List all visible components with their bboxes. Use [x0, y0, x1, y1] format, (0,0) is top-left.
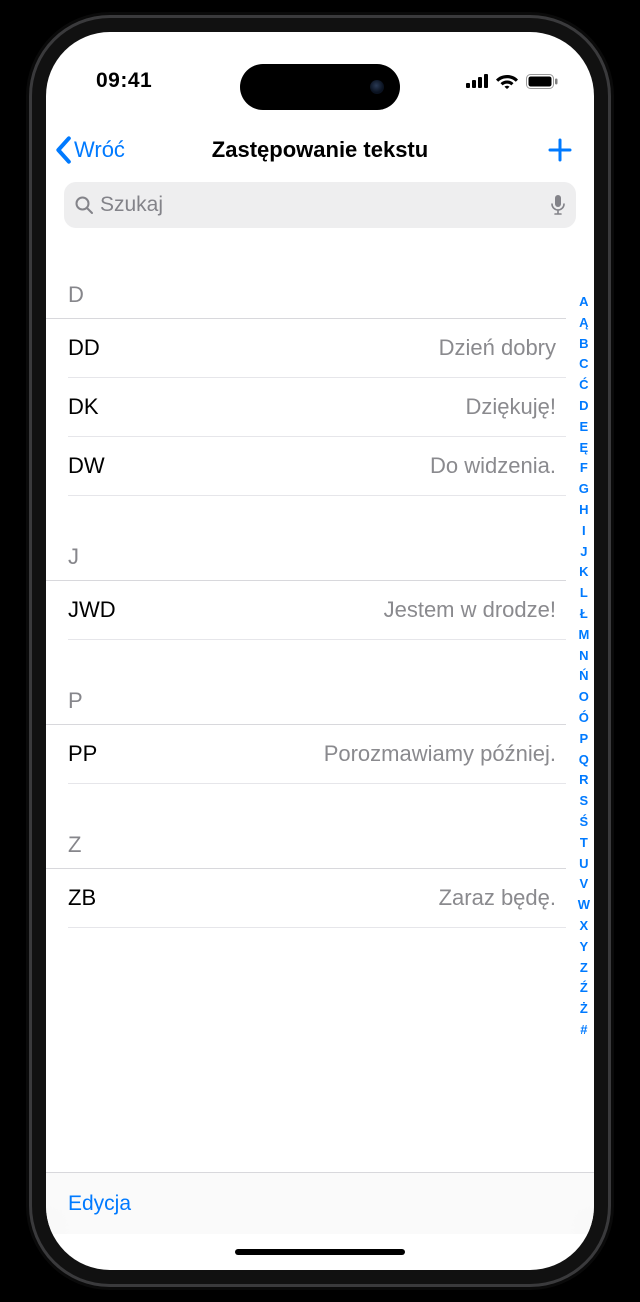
shortcut-text: ZB	[68, 885, 96, 911]
plus-icon	[547, 137, 573, 163]
phone-frame: 09:41 Wróć Zastępowanie tekstu Szukaj	[32, 18, 608, 1284]
index-letter[interactable]: L	[580, 583, 588, 604]
section-header-j: J	[46, 536, 566, 581]
index-letter[interactable]: H	[579, 500, 588, 521]
list-item[interactable]: JWD Jestem w drodze!	[68, 581, 566, 640]
index-letter[interactable]: R	[579, 770, 588, 791]
index-letter[interactable]: Q	[579, 750, 589, 771]
add-button[interactable]	[542, 132, 578, 168]
mic-icon[interactable]	[550, 194, 566, 216]
index-letter[interactable]: Ż	[580, 999, 588, 1020]
index-letter[interactable]: Ć	[579, 375, 588, 396]
phrase-text: Do widzenia.	[430, 453, 556, 479]
index-letter[interactable]: D	[579, 396, 588, 417]
index-letter[interactable]: U	[579, 854, 588, 875]
index-letter[interactable]: Z	[580, 958, 588, 979]
phrase-text: Dzień dobry	[439, 335, 556, 361]
replacement-list[interactable]: D DD Dzień dobry DK Dziękuję! DW Do widz…	[46, 228, 594, 928]
index-letter[interactable]: Y	[580, 937, 589, 958]
phone-screen: 09:41 Wróć Zastępowanie tekstu Szukaj	[46, 32, 594, 1270]
search-icon	[74, 195, 94, 215]
index-letter[interactable]: Ą	[579, 313, 588, 334]
index-letter[interactable]: J	[580, 542, 587, 563]
index-letter[interactable]: C	[579, 354, 588, 375]
shortcut-text: DW	[68, 453, 105, 479]
wifi-icon	[496, 73, 518, 89]
list-item[interactable]: DK Dziękuję!	[68, 378, 566, 437]
phrase-text: Jestem w drodze!	[384, 597, 556, 623]
shortcut-text: PP	[68, 741, 97, 767]
phrase-text: Zaraz będę.	[439, 885, 556, 911]
index-letter[interactable]: T	[580, 833, 588, 854]
status-icons	[466, 73, 558, 89]
index-letter[interactable]: I	[582, 521, 586, 542]
index-letter[interactable]: M	[578, 625, 589, 646]
section-header-z: Z	[46, 824, 566, 869]
index-letter[interactable]: X	[580, 916, 589, 937]
index-letter[interactable]: F	[580, 458, 588, 479]
index-letter[interactable]: B	[579, 334, 588, 355]
shortcut-text: JWD	[68, 597, 116, 623]
index-letter[interactable]: Ę	[580, 438, 589, 459]
nav-bar: Wróć Zastępowanie tekstu	[46, 122, 594, 178]
content-area: D DD Dzień dobry DK Dziękuję! DW Do widz…	[46, 228, 594, 1172]
index-letter[interactable]: V	[580, 874, 589, 895]
index-letter[interactable]: G	[579, 479, 589, 500]
back-button[interactable]: Wróć	[54, 136, 125, 164]
section-header-p: P	[46, 680, 566, 725]
index-letter[interactable]: Ź	[580, 978, 588, 999]
phrase-text: Dziękuję!	[466, 394, 556, 420]
index-letter[interactable]: W	[578, 895, 590, 916]
home-indicator[interactable]	[235, 1249, 405, 1255]
index-letter[interactable]: S	[580, 791, 589, 812]
back-label: Wróć	[74, 137, 125, 163]
dynamic-island	[240, 64, 400, 110]
section-header-d: D	[46, 274, 566, 319]
list-item[interactable]: PP Porozmawiamy później.	[68, 725, 566, 784]
edit-button[interactable]: Edycja	[68, 1192, 131, 1216]
index-letter[interactable]: Ś	[580, 812, 589, 833]
home-indicator-area	[46, 1234, 594, 1270]
section-index[interactable]: AĄBCĆDEĘFGHIJKLŁMNŃOÓPQRSŚTUVWXYZŹŻ#	[578, 292, 590, 1041]
cellular-icon	[466, 74, 488, 88]
index-letter[interactable]: O	[579, 687, 589, 708]
index-letter[interactable]: A	[579, 292, 588, 313]
list-item[interactable]: DW Do widzenia.	[68, 437, 566, 496]
side-button-power	[608, 312, 614, 430]
index-letter[interactable]: P	[580, 729, 589, 750]
shortcut-text: DK	[68, 394, 99, 420]
index-letter[interactable]: Ł	[580, 604, 588, 625]
battery-icon	[526, 74, 558, 89]
chevron-left-icon	[54, 136, 72, 164]
status-time: 09:41	[96, 69, 152, 93]
index-letter[interactable]: N	[579, 646, 588, 667]
index-letter[interactable]: #	[580, 1020, 587, 1041]
shortcut-text: DD	[68, 335, 100, 361]
search-placeholder: Szukaj	[100, 193, 163, 217]
index-letter[interactable]: Ó	[579, 708, 589, 729]
search-input[interactable]: Szukaj	[64, 182, 576, 228]
phrase-text: Porozmawiamy później.	[324, 741, 556, 767]
index-letter[interactable]: E	[580, 417, 589, 438]
bottom-toolbar: Edycja	[46, 1172, 594, 1234]
index-letter[interactable]: Ń	[579, 666, 588, 687]
list-item[interactable]: DD Dzień dobry	[68, 319, 566, 378]
list-item[interactable]: ZB Zaraz będę.	[68, 869, 566, 928]
index-letter[interactable]: K	[579, 562, 588, 583]
nav-title: Zastępowanie tekstu	[212, 137, 428, 163]
